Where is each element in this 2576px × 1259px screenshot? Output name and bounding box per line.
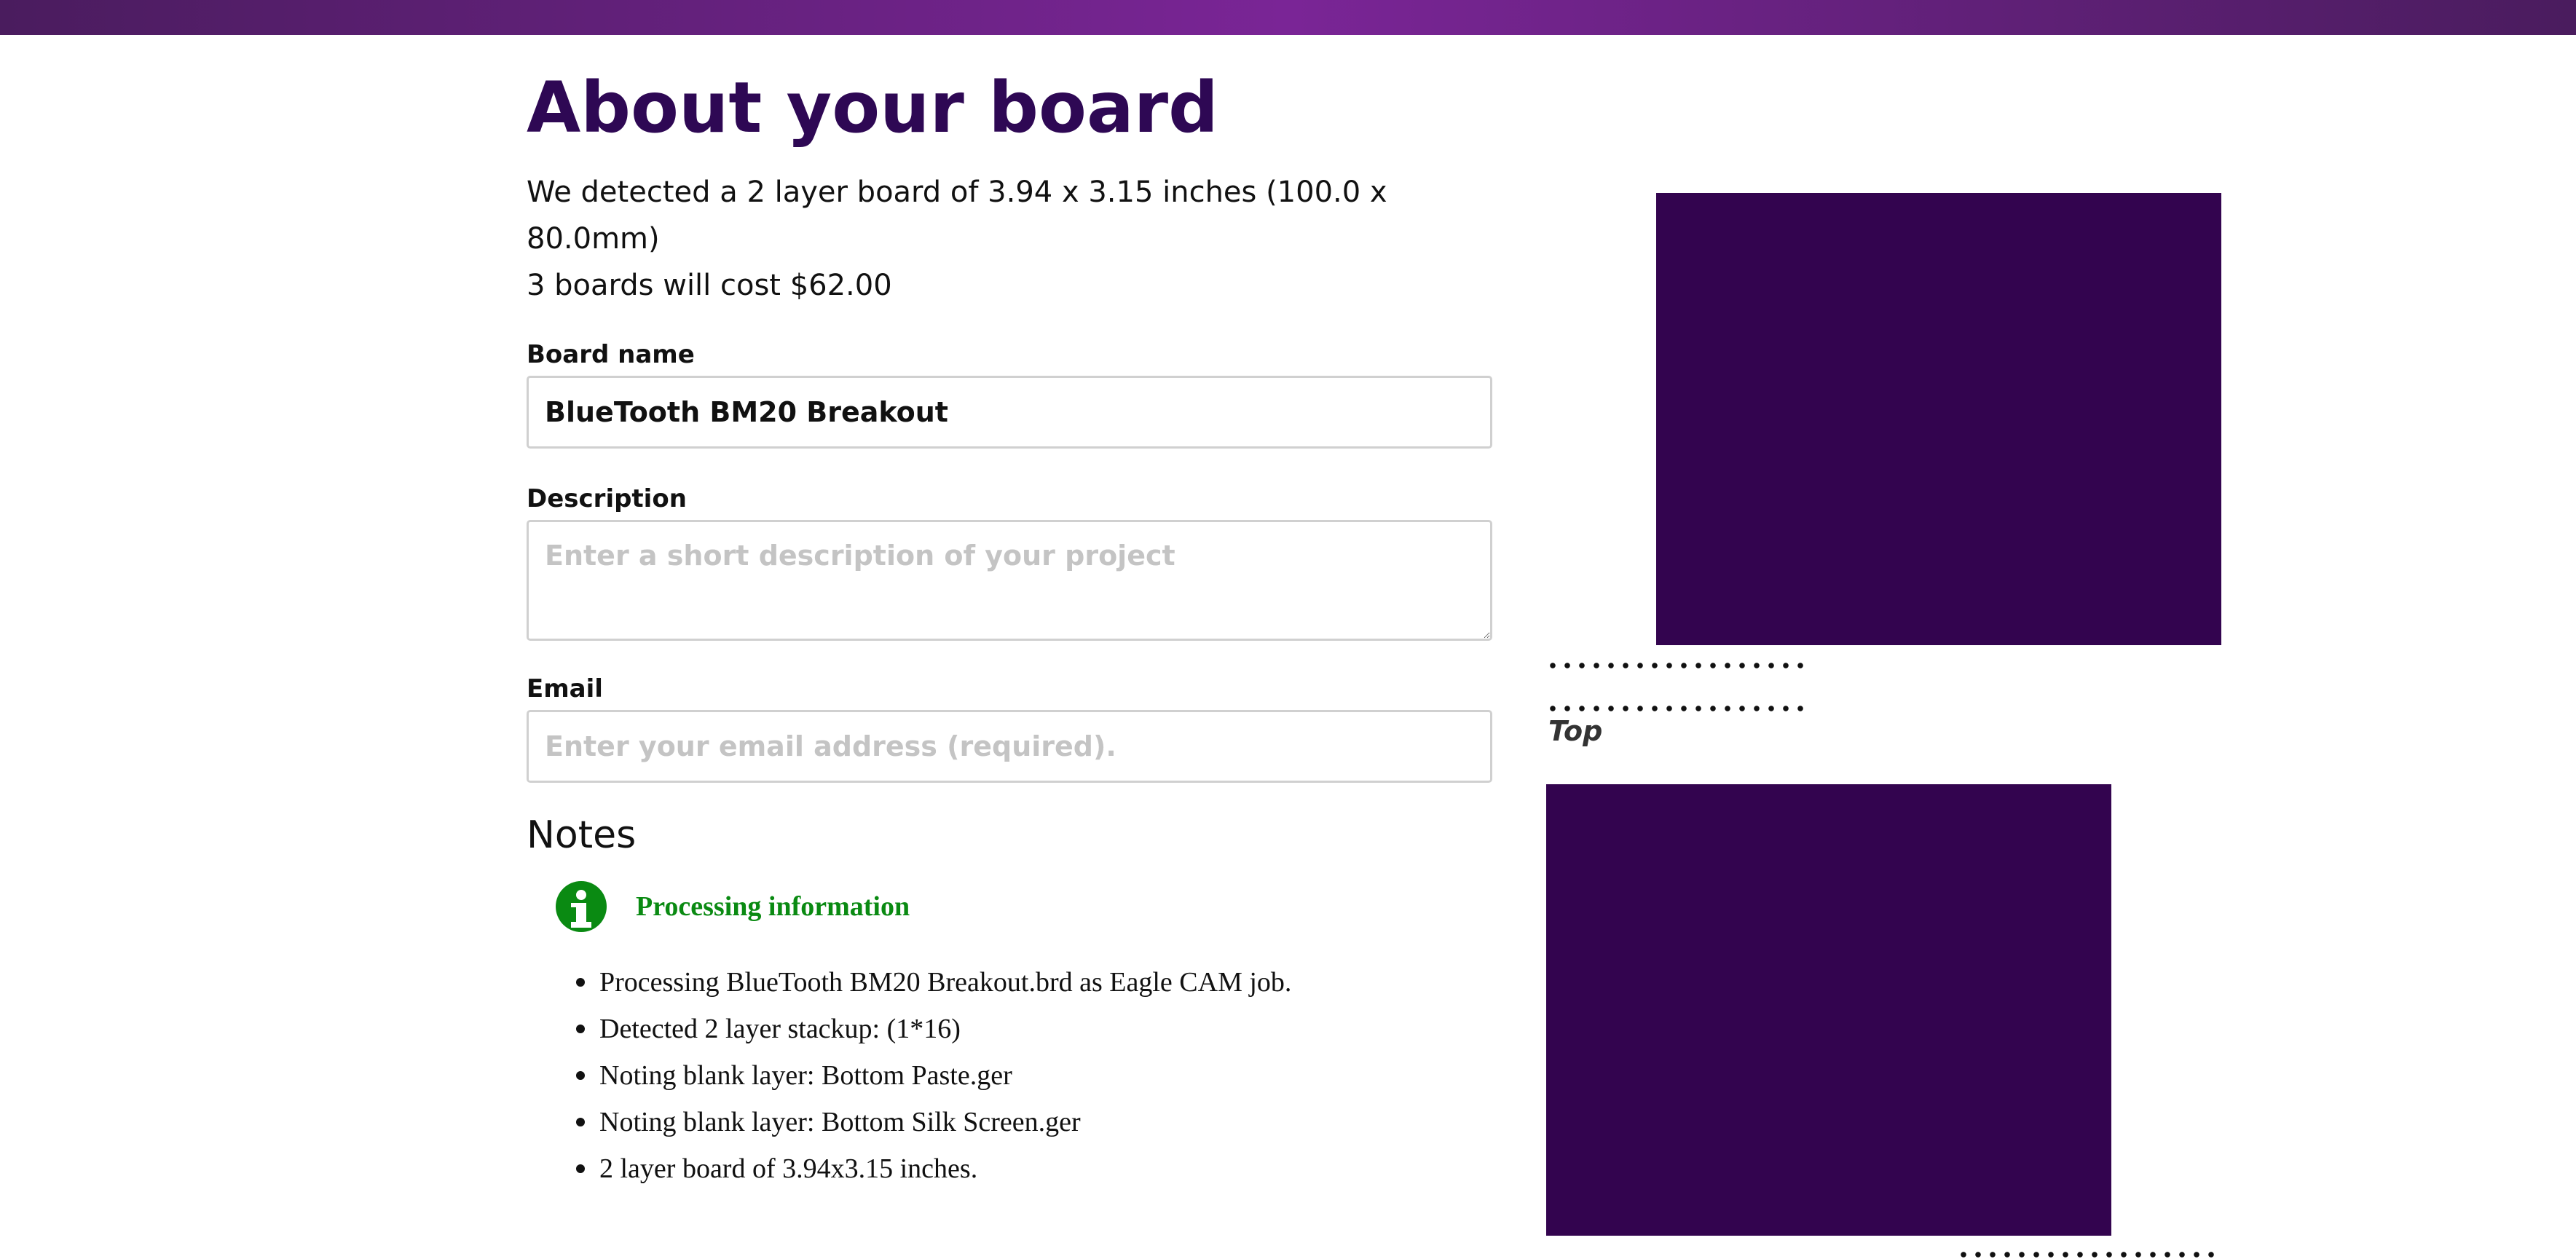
- processing-info-title: Processing information: [636, 891, 910, 922]
- list-item: Noting blank layer: Bottom Silk Screen.g…: [527, 1099, 1492, 1145]
- board-preview-top: [1546, 784, 2111, 1236]
- processing-info-header: Processing information: [556, 870, 1492, 943]
- board-preview-rear: [1656, 193, 2221, 645]
- description-label: Description: [527, 484, 687, 513]
- email-input[interactable]: [527, 710, 1492, 783]
- page-title: About your board: [527, 67, 1218, 149]
- email-label: Email: [527, 674, 603, 703]
- layer-divider-dots: [1545, 663, 1812, 668]
- board-name-input[interactable]: [527, 376, 1492, 449]
- list-item: 2 layer board of 3.94x3.15 inches.: [527, 1145, 1492, 1192]
- description-textarea[interactable]: [527, 520, 1492, 641]
- notes-heading: Notes: [527, 813, 637, 857]
- info-icon: [556, 881, 607, 932]
- layer-divider-dots: [1956, 1252, 2223, 1258]
- top-layer-label: Top: [1548, 715, 1603, 747]
- top-header-bar: [0, 0, 2576, 35]
- board-form-column: About your board We detected a 2 layer b…: [527, 35, 1492, 1192]
- list-item: Detected 2 layer stackup: (1*16): [527, 1006, 1492, 1052]
- list-item: Processing BlueTooth BM20 Breakout.brd a…: [527, 959, 1492, 1006]
- list-item: Noting blank layer: Bottom Paste.ger: [527, 1052, 1492, 1099]
- board-name-label: Board name: [527, 340, 695, 369]
- board-cost-summary: 3 boards will cost $62.00: [527, 269, 892, 302]
- layer-divider-dots: [1545, 706, 1812, 711]
- detected-board-summary: We detected a 2 layer board of 3.94 x 3.…: [527, 175, 1387, 256]
- processing-notes-list: Processing BlueTooth BM20 Breakout.brd a…: [527, 959, 1492, 1192]
